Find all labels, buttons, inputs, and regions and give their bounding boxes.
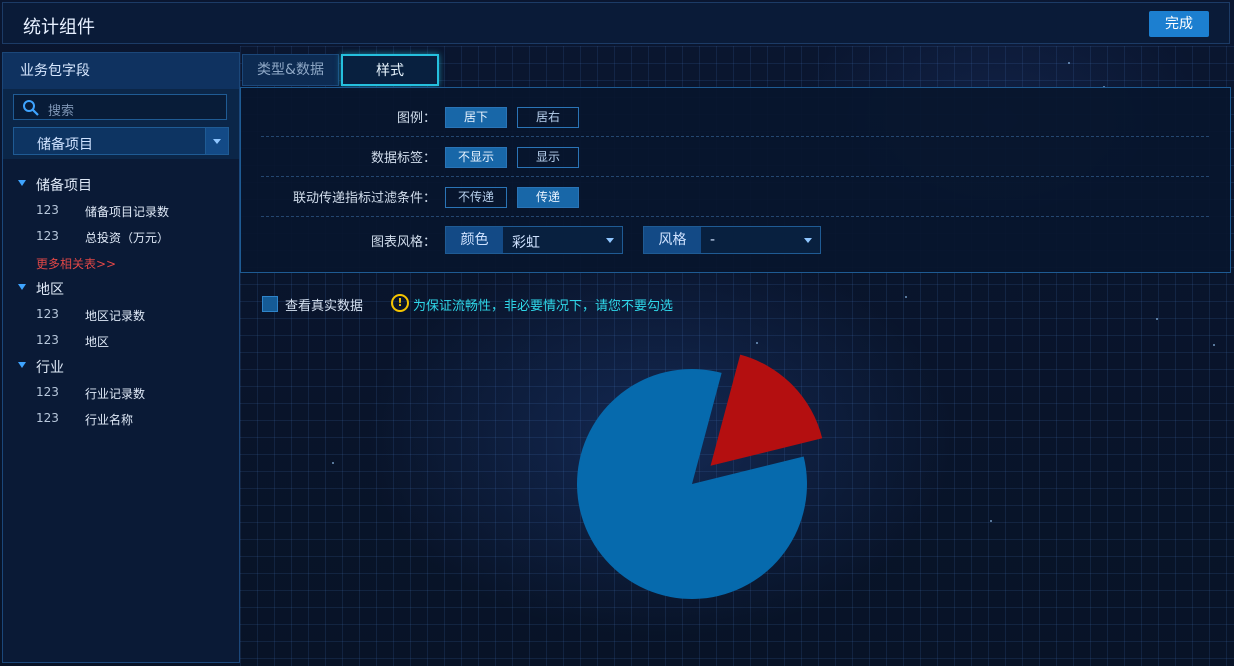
field-name: 行业名称 — [85, 413, 134, 427]
tree-field-item[interactable]: 123 地区 — [3, 327, 239, 353]
page-title: 统计组件 — [23, 17, 95, 38]
done-button[interactable]: 完成 — [1149, 11, 1209, 37]
more-tables-link[interactable]: 更多相关表>> — [3, 249, 239, 275]
style-select[interactable]: 风格 - — [643, 226, 821, 254]
search-input[interactable]: 搜索 — [13, 94, 227, 120]
row-divider — [261, 176, 1209, 177]
field-name: 总投资（万元） — [85, 231, 170, 245]
star-decoration — [332, 462, 334, 464]
tree-field-item[interactable]: 123 总投资（万元） — [3, 223, 239, 249]
number-type-icon: 123 — [36, 333, 59, 347]
number-type-icon: 123 — [36, 385, 59, 399]
sidebar-controls: 搜索 储备项目 — [3, 89, 239, 159]
linkage-label: 联动传递指标过滤条件： — [292, 191, 436, 206]
star-decoration — [905, 296, 907, 298]
tree-group-label: 储备项目 — [36, 178, 92, 194]
performance-warning: 为保证流畅性，非必要情况下，请您不要勾选 — [413, 299, 674, 314]
chart-style-row: 图表风格： 颜色 彩虹 风格 - — [261, 226, 1209, 266]
tree-field-item[interactable]: 123 地区记录数 — [3, 301, 239, 327]
top-bar: 统计组件 完成 — [2, 2, 1230, 44]
field-name: 地区 — [85, 335, 110, 349]
legend-label: 图例： — [396, 111, 436, 126]
tree-group-reserve[interactable]: 储备项目 — [3, 171, 239, 197]
number-type-icon: 123 — [36, 307, 59, 321]
style-settings-panel: 图例： 居下 居右 数据标签： 不显示 显示 联动传递指标过滤条件： 不传递 传… — [240, 87, 1231, 273]
style-select-value: - — [710, 232, 716, 248]
sidebar-title: 业务包字段 — [3, 53, 239, 89]
field-sidebar: 业务包字段 搜索 储备项目 储备项目 123 储备项目记录数 123 总投资（万… — [2, 52, 240, 663]
legend-bottom-option[interactable]: 居下 — [445, 107, 507, 128]
tab-type-data[interactable]: 类型&数据 — [242, 54, 339, 86]
field-name: 地区记录数 — [85, 309, 146, 323]
tree-group-label: 地区 — [36, 282, 64, 298]
legend-right-option[interactable]: 居右 — [517, 107, 579, 128]
package-select-value: 储备项目 — [37, 137, 93, 153]
caret-down-icon[interactable] — [18, 180, 26, 186]
search-icon — [22, 99, 40, 121]
color-select-value: 彩虹 — [512, 235, 540, 251]
pie-slice[interactable] — [710, 354, 823, 466]
number-type-icon: 123 — [36, 411, 59, 425]
tree-group-industry[interactable]: 行业 — [3, 353, 239, 379]
data-label-hide-option[interactable]: 不显示 — [445, 147, 507, 168]
field-name: 行业记录数 — [85, 387, 146, 401]
color-select-key: 颜色 — [446, 227, 503, 253]
more-tables-label: 更多相关表>> — [36, 257, 117, 271]
field-name: 储备项目记录数 — [85, 205, 170, 219]
data-label-show-option[interactable]: 显示 — [517, 147, 579, 168]
search-placeholder: 搜索 — [48, 104, 75, 119]
data-label-label: 数据标签： — [370, 151, 436, 166]
row-divider — [261, 136, 1209, 137]
linkage-row: 联动传递指标过滤条件： 不传递 传递 — [261, 187, 1209, 227]
row-divider — [261, 216, 1209, 217]
linkage-on-option[interactable]: 传递 — [517, 187, 579, 208]
package-select[interactable]: 储备项目 — [13, 127, 229, 155]
tree-field-item[interactable]: 123 行业记录数 — [3, 379, 239, 405]
linkage-off-option[interactable]: 不传递 — [445, 187, 507, 208]
tree-group-label: 行业 — [36, 360, 64, 376]
legend-row: 图例： 居下 居右 — [261, 107, 1209, 147]
chevron-down-icon[interactable] — [606, 238, 614, 243]
tree-group-region[interactable]: 地区 — [3, 275, 239, 301]
tab-style[interactable]: 样式 — [341, 54, 439, 86]
real-data-checkbox[interactable] — [262, 296, 278, 312]
number-type-icon: 123 — [36, 229, 59, 243]
number-type-icon: 123 — [36, 203, 59, 217]
star-decoration — [990, 520, 992, 522]
style-select-key: 风格 — [644, 227, 701, 253]
star-decoration — [1156, 318, 1158, 320]
caret-down-icon[interactable] — [18, 284, 26, 290]
chevron-down-icon[interactable] — [205, 128, 228, 154]
tree-field-item[interactable]: 123 行业名称 — [3, 405, 239, 431]
star-decoration — [1068, 62, 1070, 64]
tree-field-item[interactable]: 123 储备项目记录数 — [3, 197, 239, 223]
real-data-label[interactable]: 查看真实数据 — [285, 295, 363, 314]
color-select[interactable]: 颜色 彩虹 — [445, 226, 623, 254]
chart-style-label: 图表风格： — [370, 235, 436, 250]
field-tree: 储备项目 123 储备项目记录数 123 总投资（万元） 更多相关表>> 地区 … — [3, 171, 239, 431]
chevron-down-icon[interactable] — [804, 238, 812, 243]
star-decoration — [1213, 344, 1215, 346]
caret-down-icon[interactable] — [18, 362, 26, 368]
pie-chart — [576, 354, 823, 599]
data-label-row: 数据标签： 不显示 显示 — [261, 147, 1209, 187]
warning-icon: ! — [391, 294, 409, 312]
